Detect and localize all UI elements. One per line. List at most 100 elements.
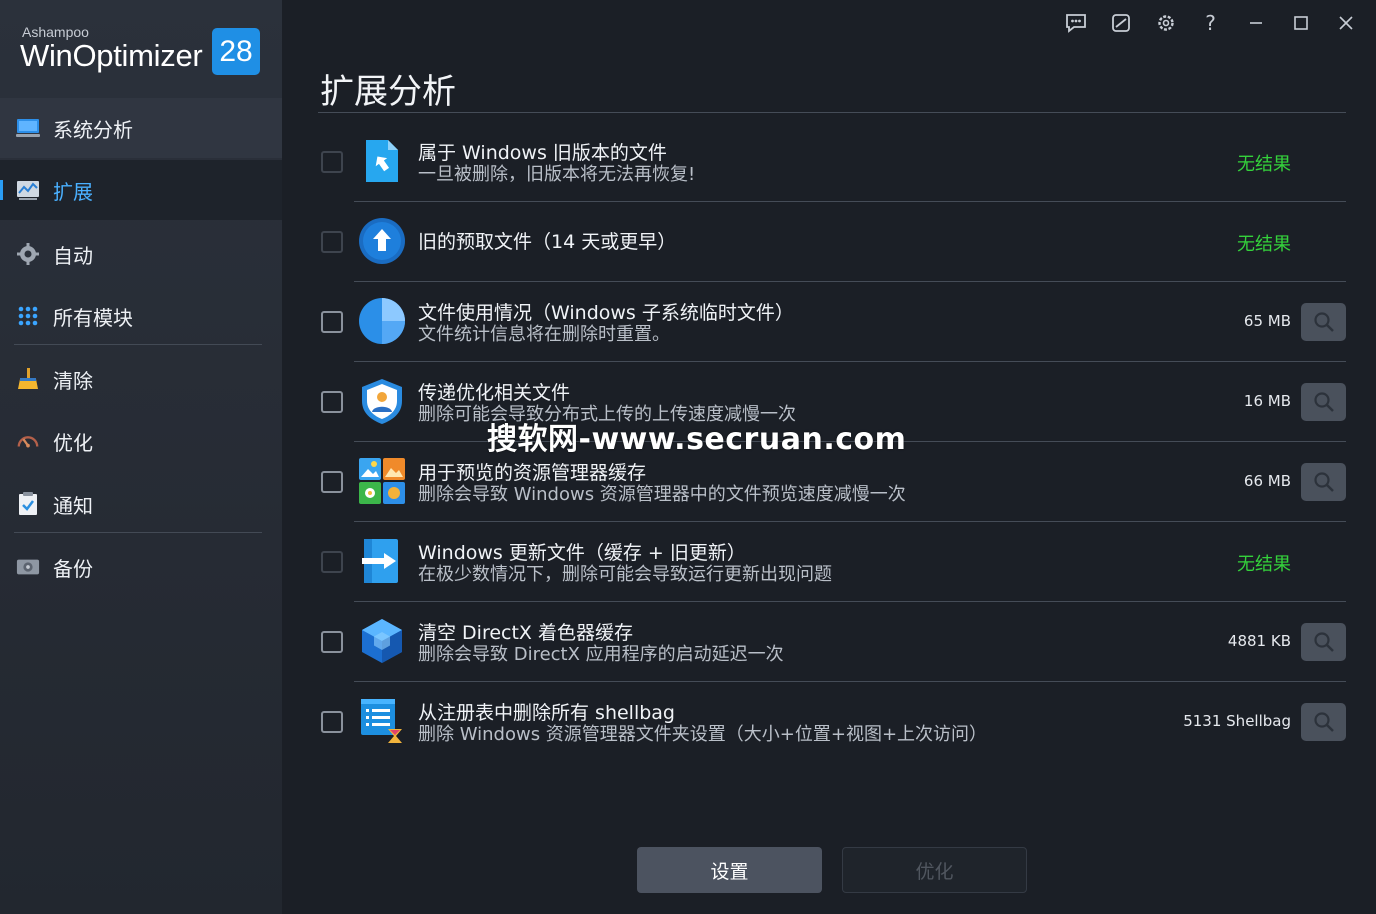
minimize-icon <box>1249 22 1262 24</box>
title-bar-controls: ? <box>1053 8 1368 38</box>
list-item-directx-shader-cache[interactable]: 清空 DirectX 着色器缓存 删除会导致 DirectX 应用程序的启动延迟… <box>318 602 1346 682</box>
monitor-icon <box>16 116 40 140</box>
sidebar-item-label: 所有模块 <box>53 305 133 330</box>
sidebar-item-optimize[interactable]: 优化 <box>0 411 282 471</box>
speedometer-icon <box>16 429 40 453</box>
settings-icon <box>1157 15 1174 31</box>
search-icon <box>1313 312 1334 332</box>
row-text: 旧的预取文件（14 天或更早） <box>418 231 676 253</box>
row-title: 用于预览的资源管理器缓存 <box>418 462 647 484</box>
status-no-result: 无结果 <box>1237 554 1291 575</box>
version-badge: 28 <box>212 28 260 75</box>
prefetch-upload-icon <box>358 217 406 265</box>
maximize-button[interactable] <box>1278 8 1323 38</box>
row-size: 65 MB <box>1243 312 1291 330</box>
image-tiles-icon <box>358 457 406 505</box>
brand-main: WinOptimizer <box>20 38 203 73</box>
sidebar-item-label: 通知 <box>53 493 93 518</box>
directx-cube-icon <box>358 617 406 665</box>
watermark: 搜软网-www.secruan.com <box>487 422 907 457</box>
minimize-button[interactable] <box>1233 8 1278 38</box>
sidebar-item-label: 系统分析 <box>53 117 133 142</box>
sidebar: Ashampoo WinOptimizer 28 系统分析 扩展 自动 所有模块… <box>0 0 282 914</box>
row-checkbox[interactable] <box>321 551 343 573</box>
row-checkbox[interactable] <box>321 711 343 733</box>
details-button[interactable] <box>1301 303 1346 341</box>
row-title: 属于 Windows 旧版本的文件 <box>418 142 667 164</box>
sidebar-item-auto[interactable]: 自动 <box>0 224 282 284</box>
row-checkbox[interactable] <box>321 631 343 653</box>
row-subtitle: 在极少数情况下，删除可能会导致运行更新出现问题 <box>418 564 832 585</box>
pie-chart-icon <box>358 297 406 345</box>
chart-icon <box>16 178 40 202</box>
row-checkbox[interactable] <box>321 311 343 333</box>
details-button[interactable] <box>1301 463 1346 501</box>
row-size: 4881 KB <box>1227 632 1291 650</box>
sidebar-item-backup[interactable]: 备份 <box>0 537 282 597</box>
row-text: 属于 Windows 旧版本的文件 一旦被删除，旧版本将无法再恢复! <box>418 142 695 186</box>
list-item-old-windows-files[interactable]: 属于 Windows 旧版本的文件 一旦被删除，旧版本将无法再恢复! 无结果 <box>318 122 1346 202</box>
settings-action-button[interactable]: 设置 <box>637 847 822 893</box>
help-icon: ? <box>1205 11 1216 35</box>
row-checkbox[interactable] <box>321 231 343 253</box>
row-title: 从注册表中删除所有 shellbag <box>418 702 675 724</box>
row-size: 5131 Shellbag <box>1183 712 1291 730</box>
row-checkbox[interactable] <box>321 151 343 173</box>
old-windows-file-icon <box>358 137 406 185</box>
row-text: 用于预览的资源管理器缓存 删除会导致 Windows 资源管理器中的文件预览速度… <box>418 462 906 506</box>
row-subtitle: 删除会导致 Windows 资源管理器中的文件预览速度减慢一次 <box>418 484 906 505</box>
status-no-result: 无结果 <box>1237 234 1291 255</box>
settings-button[interactable] <box>1143 8 1188 38</box>
optimize-button[interactable]: 优化 <box>842 847 1027 893</box>
maximize-icon <box>1293 16 1308 30</box>
app-logo: Ashampoo WinOptimizer 28 <box>20 22 265 82</box>
row-checkbox[interactable] <box>321 391 343 413</box>
list-item-shellbag[interactable]: 从注册表中删除所有 shellbag 删除 Windows 资源管理器文件夹设置… <box>318 682 1346 762</box>
sidebar-item-extended[interactable]: 扩展 <box>0 160 282 220</box>
grid-icon <box>16 304 40 328</box>
broom-icon <box>16 367 40 391</box>
close-button[interactable] <box>1323 8 1368 38</box>
row-title: 旧的预取文件（14 天或更早） <box>418 231 677 253</box>
search-icon <box>1313 392 1334 412</box>
row-checkbox[interactable] <box>321 471 343 493</box>
sidebar-item-system-analysis[interactable]: 系统分析 <box>0 98 282 158</box>
skin-icon <box>1111 14 1130 32</box>
details-button[interactable] <box>1301 383 1346 421</box>
checklist-icon <box>16 492 40 516</box>
list-item-prefetch-files[interactable]: 旧的预取文件（14 天或更早） 无结果 <box>318 202 1346 282</box>
row-text: Windows 更新文件（缓存 + 旧更新） 在极少数情况下，删除可能会导致运行… <box>418 542 832 586</box>
sidebar-item-label: 自动 <box>53 243 93 268</box>
feedback-button[interactable] <box>1053 8 1098 38</box>
sidebar-divider <box>14 344 262 345</box>
list-item-file-usage[interactable]: 文件使用情况（Windows 子系统临时文件） 文件统计信息将在删除时重置。 6… <box>318 282 1346 362</box>
row-size: 66 MB <box>1243 472 1291 490</box>
row-title: Windows 更新文件（缓存 + 旧更新） <box>418 542 746 564</box>
title-divider <box>318 112 1346 113</box>
sidebar-item-all-modules[interactable]: 所有模块 <box>0 286 282 346</box>
sidebar-item-label: 优化 <box>53 430 93 455</box>
row-size: 16 MB <box>1243 392 1291 410</box>
sidebar-item-label: 清除 <box>53 368 93 393</box>
search-icon <box>1313 472 1334 492</box>
backup-icon <box>16 555 40 579</box>
shield-user-icon <box>358 377 406 425</box>
row-title: 清空 DirectX 着色器缓存 <box>418 622 633 644</box>
search-icon <box>1313 632 1334 652</box>
sidebar-item-notifications[interactable]: 通知 <box>0 474 282 534</box>
sidebar-item-clean[interactable]: 清除 <box>0 349 282 409</box>
sidebar-item-label: 扩展 <box>53 179 93 204</box>
close-icon <box>1338 16 1353 30</box>
sidebar-divider <box>14 532 262 533</box>
help-button[interactable]: ? <box>1188 8 1233 38</box>
list-item-windows-update-files[interactable]: Windows 更新文件（缓存 + 旧更新） 在极少数情况下，删除可能会导致运行… <box>318 522 1346 602</box>
page-title: 扩展分析 <box>320 72 456 112</box>
details-button[interactable] <box>1301 623 1346 661</box>
details-button[interactable] <box>1301 703 1346 741</box>
registry-list-icon <box>358 697 406 745</box>
row-text: 文件使用情况（Windows 子系统临时文件） 文件统计信息将在删除时重置。 <box>418 302 794 346</box>
skin-button[interactable] <box>1098 8 1143 38</box>
windows-update-icon <box>358 537 406 585</box>
row-subtitle: 删除会导致 DirectX 应用程序的启动延迟一次 <box>418 644 784 665</box>
row-title: 传递优化相关文件 <box>418 382 571 404</box>
